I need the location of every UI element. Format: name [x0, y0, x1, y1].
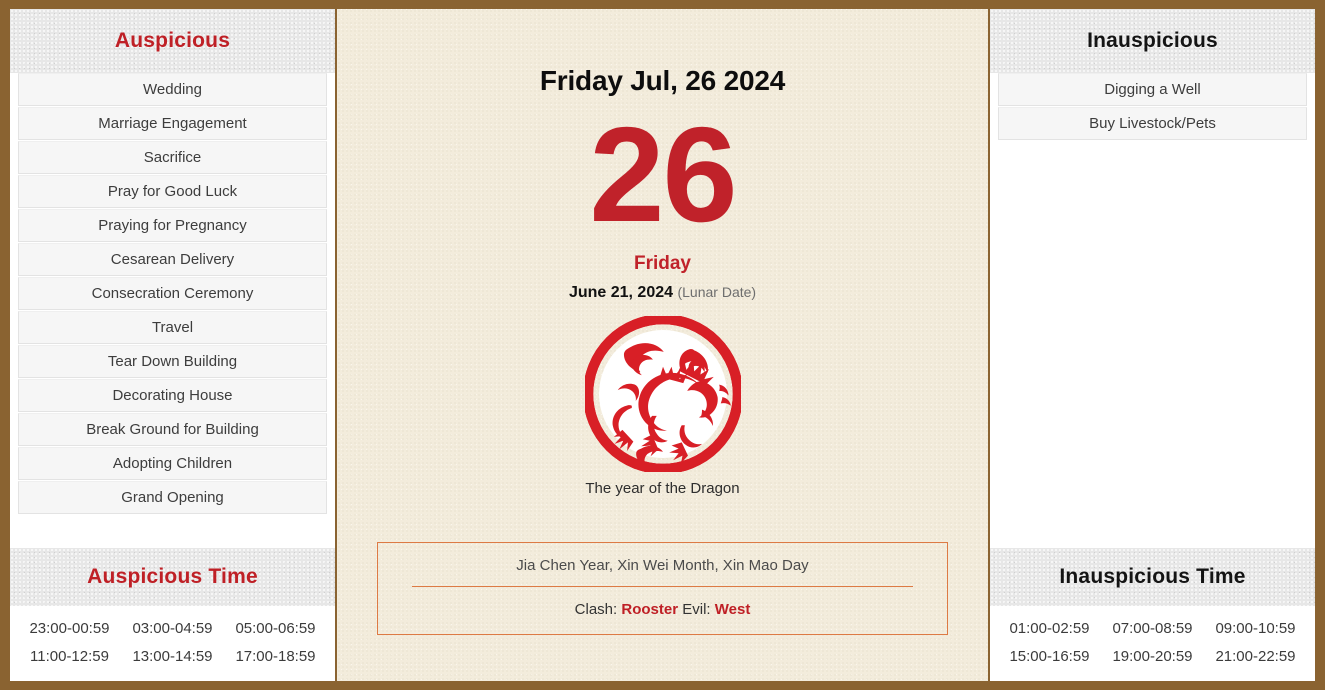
clash-value: Rooster [621, 601, 679, 618]
page-title: Friday Jul, 26 2024 [539, 65, 786, 96]
list-item[interactable]: Digging a Well [998, 73, 1307, 106]
dragon-papercut-icon [584, 316, 741, 472]
evil-value: West [714, 601, 751, 618]
list-item[interactable]: Grand Opening [18, 481, 327, 514]
list-item[interactable]: Travel [18, 311, 327, 344]
auspicious-panel: Auspicious Wedding Marriage Engagement S… [10, 9, 337, 681]
time-slot: 19:00-20:59 [1112, 648, 1193, 665]
time-slot: 09:00-10:59 [1215, 620, 1296, 637]
list-item[interactable]: Adopting Children [18, 447, 327, 480]
zodiac-caption: The year of the Dragon [585, 480, 740, 497]
inauspicious-time-header: Inauspicious Time [990, 548, 1315, 606]
time-slot: 07:00-08:59 [1112, 620, 1193, 637]
list-item[interactable]: Praying for Pregnancy [18, 209, 327, 242]
inauspicious-panel: Inauspicious Digging a Well Buy Livestoc… [988, 9, 1315, 681]
list-item[interactable]: Decorating House [18, 379, 327, 412]
zodiac-block: The year of the Dragon [584, 316, 741, 497]
date-panel: Friday Jul, 26 2024 26 Friday June 21, 2… [337, 9, 988, 681]
time-slot: 21:00-22:59 [1215, 648, 1296, 665]
list-item[interactable]: Marriage Engagement [18, 107, 327, 140]
auspicious-header: Auspicious [10, 9, 335, 73]
clash-label: Clash: [574, 601, 618, 618]
time-slot: 11:00-12:59 [30, 648, 109, 665]
evil-label: Evil: [682, 601, 711, 618]
weekday-label: Friday [633, 253, 692, 274]
time-slot: 17:00-18:59 [235, 648, 316, 665]
time-slot: 01:00-02:59 [1009, 620, 1090, 637]
almanac-frame: Auspicious Wedding Marriage Engagement S… [0, 0, 1325, 690]
ganzhi-text: Jia Chen Year, Xin Wei Month, Xin Mao Da… [516, 557, 809, 574]
inauspicious-list: Digging a Well Buy Livestock/Pets [990, 73, 1315, 141]
auspicious-time-header: Auspicious Time [10, 548, 335, 606]
inauspicious-header: Inauspicious [990, 9, 1315, 73]
list-item[interactable]: Buy Livestock/Pets [998, 107, 1307, 140]
time-slot: 03:00-04:59 [132, 620, 213, 637]
inauspicious-list-spacer [990, 141, 1315, 548]
list-item[interactable]: Pray for Good Luck [18, 175, 327, 208]
list-item[interactable]: Tear Down Building [18, 345, 327, 378]
ganzhi-info-box: Jia Chen Year, Xin Wei Month, Xin Mao Da… [377, 542, 948, 635]
list-item[interactable]: Cesarean Delivery [18, 243, 327, 276]
lunar-date-line: June 21, 2024 (Lunar Date) [569, 284, 756, 302]
almanac-body: Auspicious Wedding Marriage Engagement S… [10, 9, 1315, 681]
list-item[interactable]: Break Ground for Building [18, 413, 327, 446]
list-item[interactable]: Consecration Ceremony [18, 277, 327, 310]
lunar-date-tag: (Lunar Date) [677, 284, 757, 300]
time-slot: 15:00-16:59 [1009, 648, 1090, 665]
lunar-date-value: June 21, 2024 [568, 284, 674, 301]
time-slot: 23:00-00:59 [29, 620, 110, 637]
clash-evil-line: Clash: Rooster Evil: West [400, 587, 925, 618]
day-number: 26 [589, 99, 737, 250]
time-slot: 05:00-06:59 [235, 620, 316, 637]
auspicious-list: Wedding Marriage Engagement Sacrifice Pr… [10, 73, 335, 515]
auspicious-time-grid: 23:00-00:59 03:00-04:59 05:00-06:59 11:0… [10, 606, 335, 681]
time-slot: 13:00-14:59 [132, 648, 213, 665]
list-item[interactable]: Sacrifice [18, 141, 327, 174]
auspicious-list-spacer [10, 515, 335, 548]
list-item[interactable]: Wedding [18, 73, 327, 106]
inauspicious-time-grid: 01:00-02:59 07:00-08:59 09:00-10:59 15:0… [990, 606, 1315, 681]
